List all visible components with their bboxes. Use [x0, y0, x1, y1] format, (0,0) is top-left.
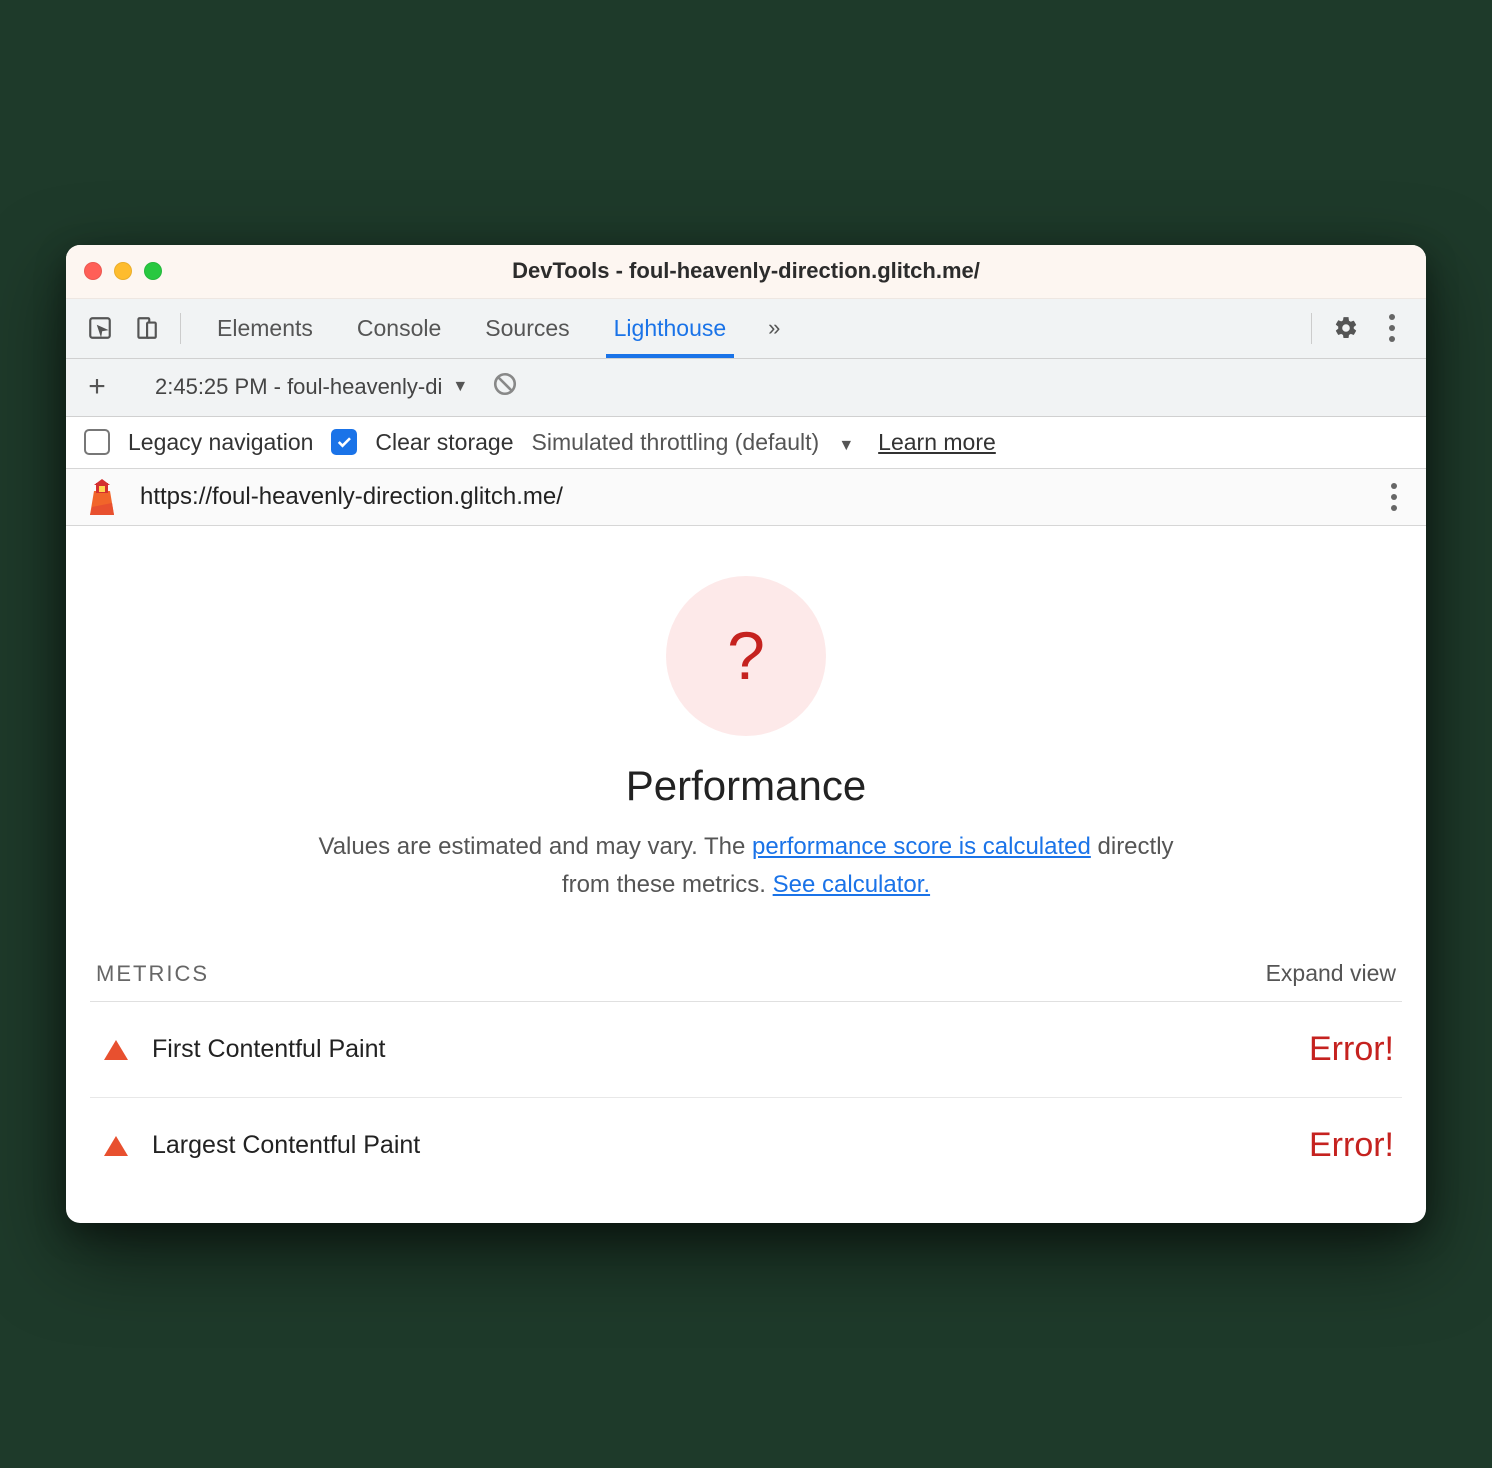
report-menu-kebab-icon[interactable]: [1380, 483, 1408, 511]
gauge-symbol: ?: [727, 617, 765, 695]
performance-heading: Performance: [90, 762, 1402, 810]
metric-row[interactable]: First Contentful Paint Error!: [90, 1002, 1402, 1098]
dropdown-triangle-icon: ▼: [452, 378, 468, 396]
throttling-label: Simulated throttling (default): [532, 429, 820, 455]
more-tabs-icon[interactable]: »: [754, 299, 794, 358]
tab-lighthouse[interactable]: Lighthouse: [592, 299, 749, 358]
metric-row[interactable]: Largest Contentful Paint Error!: [90, 1098, 1402, 1193]
expand-view-toggle[interactable]: Expand view: [1266, 960, 1396, 987]
inspect-element-icon[interactable]: [80, 299, 120, 358]
performance-gauge: ?: [666, 576, 826, 736]
warning-triangle-icon: [104, 1136, 128, 1156]
lighthouse-logo-icon: [84, 479, 120, 515]
metrics-heading-label: METRICS: [96, 961, 209, 987]
metric-value: Error!: [1309, 1126, 1394, 1165]
lighthouse-report: ? Performance Values are estimated and m…: [66, 526, 1426, 1224]
perf-score-link[interactable]: performance score is calculated: [752, 833, 1091, 860]
report-urlbar: https://foul-heavenly-direction.glitch.m…: [66, 469, 1426, 526]
clear-storage-checkbox[interactable]: [331, 429, 357, 455]
divider: [180, 313, 181, 344]
lighthouse-subbar: + 2:45:25 PM - foul-heavenly-di ▼: [66, 359, 1426, 417]
traffic-lights: [84, 262, 162, 280]
warning-triangle-icon: [104, 1040, 128, 1060]
zoom-window-icon[interactable]: [144, 262, 162, 280]
metrics-header: METRICS Expand view: [90, 960, 1402, 1002]
devtools-window: DevTools - foul-heavenly-direction.glitc…: [66, 245, 1426, 1224]
metric-name: Largest Contentful Paint: [152, 1131, 420, 1160]
lighthouse-options: Legacy navigation Clear storage Simulate…: [66, 417, 1426, 469]
panel-tabs: Elements Console Sources Lighthouse: [195, 299, 748, 358]
report-url: https://foul-heavenly-direction.glitch.m…: [140, 483, 563, 511]
device-toolbar-icon[interactable]: [126, 299, 166, 358]
divider: [1311, 313, 1312, 344]
report-selector[interactable]: 2:45:25 PM - foul-heavenly-di ▼: [155, 374, 468, 400]
metric-name: First Contentful Paint: [152, 1035, 385, 1064]
legacy-navigation-checkbox[interactable]: [84, 429, 110, 455]
metric-value: Error!: [1309, 1030, 1394, 1069]
more-menu-kebab-icon[interactable]: [1372, 299, 1412, 358]
new-report-button[interactable]: +: [84, 370, 110, 404]
desc-text: Values are estimated and may vary. The: [318, 833, 752, 860]
legacy-navigation-label: Legacy navigation: [128, 429, 313, 456]
performance-description: Values are estimated and may vary. The p…: [296, 828, 1196, 905]
close-window-icon[interactable]: [84, 262, 102, 280]
throttling-select[interactable]: Simulated throttling (default) ▼: [532, 429, 855, 456]
titlebar: DevTools - foul-heavenly-direction.glitc…: [66, 245, 1426, 299]
clear-storage-label: Clear storage: [375, 429, 513, 456]
tab-sources[interactable]: Sources: [463, 299, 591, 358]
clear-report-icon[interactable]: [492, 371, 518, 403]
tab-elements[interactable]: Elements: [195, 299, 335, 358]
calculator-link[interactable]: See calculator.: [773, 871, 930, 898]
dropdown-triangle-icon: ▼: [838, 437, 854, 454]
minimize-window-icon[interactable]: [114, 262, 132, 280]
report-selector-label: 2:45:25 PM - foul-heavenly-di: [155, 374, 442, 400]
settings-gear-icon[interactable]: [1326, 299, 1366, 358]
devtools-tabsbar: Elements Console Sources Lighthouse »: [66, 299, 1426, 359]
window-title: DevTools - foul-heavenly-direction.glitc…: [512, 258, 980, 284]
learn-more-link[interactable]: Learn more: [878, 429, 996, 456]
tab-console[interactable]: Console: [335, 299, 463, 358]
